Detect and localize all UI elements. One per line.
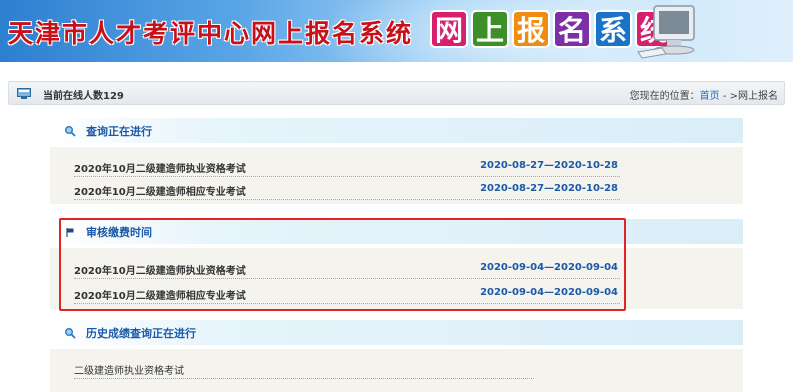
exam-dates: 2020-08-27—2020-10-28 (480, 160, 618, 171)
computer-icon (637, 5, 695, 59)
logo-char: 网 (430, 10, 468, 48)
breadcrumb-home-link[interactable]: 首页 (700, 91, 720, 102)
exam-name: 2020年10月二级建造师相应专业考试 (74, 187, 246, 198)
section-history-header: 历史成绩查询正在进行 (50, 320, 743, 345)
logo-char: 报 (512, 10, 550, 48)
exam-dates: 2020-08-27—2020-10-28 (480, 183, 618, 194)
section-query-body: 2020年10月二级建造师执业资格考试 2020-08-27—2020-10-2… (50, 147, 743, 204)
breadcrumb-prefix: 您现在的位置： (629, 91, 700, 102)
exam-name: 二级建造师执业资格考试 (74, 366, 184, 377)
magnifier-icon (65, 126, 76, 137)
exam-row[interactable]: 2020年10月二级建造师相应专业考试 2020-08-27—2020-10-2… (74, 178, 620, 200)
magnifier-icon (65, 328, 76, 339)
logo-char: 上 (471, 10, 509, 48)
section-title: 历史成绩查询正在进行 (86, 327, 196, 340)
section-history-body: 二级建造师执业资格考试 (50, 349, 743, 392)
monitor-icon (17, 88, 31, 99)
section-title: 查询正在进行 (86, 125, 152, 138)
site-title: 天津市人才考评中心网上报名系统 (8, 19, 414, 48)
section-query-header: 查询正在进行 (50, 118, 743, 143)
breadcrumb-current: - >网上报名 (719, 91, 778, 102)
logo-char: 名 (553, 10, 591, 48)
status-bar: 当前在线人数129 您现在的位置：首页 - >网上报名 (8, 81, 785, 105)
logo-char: 系 (594, 10, 632, 48)
header-banner: 天津市人才考评中心网上报名系统 网 上 报 名 系 统 (0, 0, 793, 62)
exam-name: 2020年10月二级建造师执业资格考试 (74, 164, 246, 175)
breadcrumb: 您现在的位置：首页 - >网上报名 (630, 87, 778, 102)
exam-row[interactable]: 2020年10月二级建造师执业资格考试 2020-08-27—2020-10-2… (74, 155, 620, 177)
exam-row[interactable]: 二级建造师执业资格考试 (74, 357, 534, 379)
online-count: 当前在线人数129 (43, 91, 124, 102)
highlight-box (59, 218, 626, 311)
